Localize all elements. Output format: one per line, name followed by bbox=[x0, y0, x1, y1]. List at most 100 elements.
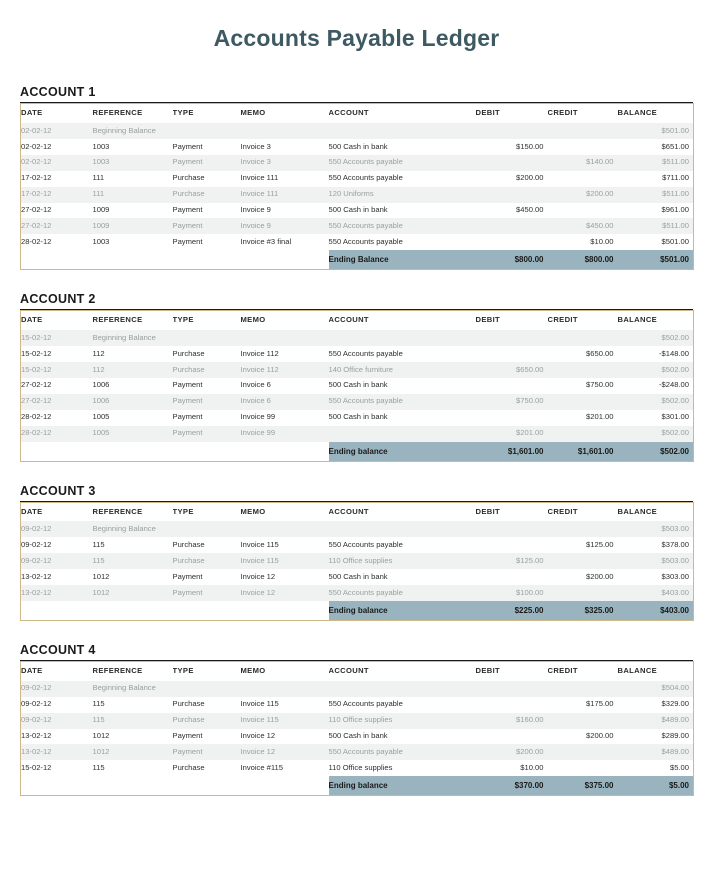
column-header-memo: MEMO bbox=[240, 502, 329, 522]
column-header-type: TYPE bbox=[172, 103, 241, 124]
ending-balance-debit: $1,601.00 bbox=[475, 441, 548, 462]
cell-type: Purchase bbox=[172, 712, 241, 729]
cell-date: 28-02-12 bbox=[20, 425, 93, 442]
column-header-credit: CREDIT bbox=[547, 103, 618, 124]
cell-balance: $511.00 bbox=[617, 186, 694, 203]
table-row: 28-02-12 1003 Payment Invoice #3 final 550 A… bbox=[20, 234, 694, 251]
table-row: 15-02-12 112 Purchase Invoice 112 140 Office… bbox=[20, 361, 694, 378]
cell-account: 500 Cash in bank bbox=[328, 138, 476, 155]
ending-balance-label: Ending balance bbox=[328, 776, 476, 796]
cell-type: Payment bbox=[172, 234, 241, 251]
column-header-debit: DEBIT bbox=[475, 502, 548, 522]
cell-date: 09-02-12 bbox=[20, 696, 93, 713]
cell-debit bbox=[475, 728, 548, 745]
cell-debit bbox=[475, 186, 548, 203]
cell-debit: $650.00 bbox=[475, 361, 548, 378]
cell-credit: $650.00 bbox=[547, 346, 618, 362]
cell-credit: $200.00 bbox=[547, 728, 618, 745]
cell-debit bbox=[475, 234, 548, 251]
cell-memo: Invoice 99 bbox=[240, 409, 329, 426]
spacer-type bbox=[172, 600, 241, 621]
table-row: 28-02-12 1005 Payment Invoice 99 500 Cash in… bbox=[20, 409, 694, 426]
spacer-reference bbox=[92, 250, 173, 270]
cell-memo: Invoice 112 bbox=[240, 361, 329, 378]
column-header-date: DATE bbox=[20, 661, 93, 681]
cell-balance: $378.00 bbox=[617, 537, 694, 554]
column-header-debit: DEBIT bbox=[475, 103, 548, 124]
ending-balance-row: Ending Balance $800.00 $800.00 $501.00 bbox=[20, 250, 694, 270]
ending-balance-credit: $325.00 bbox=[547, 600, 618, 621]
ending-balance-row: Ending balance $370.00 $375.00 $5.00 bbox=[20, 776, 694, 796]
cell-memo: Invoice 12 bbox=[240, 728, 329, 745]
ending-balance-label: Ending balance bbox=[328, 441, 476, 462]
ledger-table: DATE REFERENCE TYPE MEMO ACCOUNT DEBIT CREDIT B… bbox=[20, 661, 694, 797]
cell-debit bbox=[475, 330, 548, 347]
cell-reference: 1012 bbox=[92, 569, 173, 586]
cell-balance: $501.00 bbox=[617, 234, 694, 251]
spacer-date bbox=[20, 600, 93, 621]
cell-account: 110 Office supplies bbox=[328, 553, 476, 570]
cell-memo: Invoice 6 bbox=[240, 393, 329, 410]
table-row: 09-02-12 115 Purchase Invoice 115 550 Accoun… bbox=[20, 537, 694, 554]
spacer-memo bbox=[240, 600, 329, 621]
cell-memo: Invoice 12 bbox=[240, 744, 329, 761]
ending-balance-credit: $800.00 bbox=[547, 250, 618, 270]
cell-debit: $125.00 bbox=[475, 553, 548, 570]
cell-date: 09-02-12 bbox=[20, 553, 93, 570]
cell-reference: 1012 bbox=[92, 728, 173, 745]
account-block: ACCOUNT 2 DATE REFERENCE TYPE MEMO ACCOUNT DEB… bbox=[20, 292, 694, 462]
cell-reference: 115 bbox=[92, 712, 173, 729]
cell-balance: $503.00 bbox=[617, 521, 694, 538]
column-header-memo: MEMO bbox=[240, 310, 329, 331]
cell-credit bbox=[547, 553, 618, 570]
cell-type: Payment bbox=[172, 744, 241, 761]
cell-memo: Invoice 99 bbox=[240, 425, 329, 442]
spacer-memo bbox=[240, 441, 329, 462]
ending-balance-total: $5.00 bbox=[617, 776, 694, 796]
cell-type: Payment bbox=[172, 218, 241, 235]
cell-debit: $750.00 bbox=[475, 393, 548, 410]
ending-balance-row: Ending balance $225.00 $325.00 $403.00 bbox=[20, 600, 694, 621]
cell-date: 15-02-12 bbox=[20, 346, 93, 362]
cell-credit bbox=[547, 393, 618, 410]
cell-account: 110 Office supplies bbox=[328, 712, 476, 729]
spacer-type bbox=[172, 776, 241, 796]
cell-balance: $502.00 bbox=[617, 393, 694, 410]
cell-date: 13-02-12 bbox=[20, 585, 93, 601]
cell-date: 15-02-12 bbox=[20, 361, 93, 378]
cell-type: Purchase bbox=[172, 760, 241, 777]
cell-debit bbox=[475, 569, 548, 586]
cell-balance: $502.00 bbox=[617, 361, 694, 378]
cell-account: 110 Office supplies bbox=[328, 760, 476, 777]
cell-balance: $5.00 bbox=[617, 760, 694, 777]
spacer-memo bbox=[240, 776, 329, 796]
column-header-memo: MEMO bbox=[240, 661, 329, 681]
ending-balance-total: $501.00 bbox=[617, 250, 694, 270]
column-header-balance: BALANCE bbox=[617, 502, 694, 522]
cell-date: 09-02-12 bbox=[20, 680, 93, 697]
cell-debit bbox=[475, 123, 548, 139]
spacer-reference bbox=[92, 600, 173, 621]
cell-credit: $140.00 bbox=[547, 154, 618, 171]
table-row: 02-02-12 1003 Payment Invoice 3 550 Accounts… bbox=[20, 154, 694, 171]
table-row: 09-02-12 115 Purchase Invoice 115 550 Accoun… bbox=[20, 696, 694, 713]
column-header-credit: CREDIT bbox=[547, 310, 618, 331]
cell-account bbox=[328, 521, 476, 538]
cell-date: 13-02-12 bbox=[20, 569, 93, 586]
cell-credit bbox=[547, 330, 618, 347]
column-header-date: DATE bbox=[20, 310, 93, 331]
cell-reference: Beginning Balance bbox=[92, 330, 173, 347]
column-header-account: ACCOUNT bbox=[328, 103, 476, 124]
cell-account: 500 Cash in bank bbox=[328, 569, 476, 586]
table-row: 27-02-12 1006 Payment Invoice 6 550 Accounts… bbox=[20, 393, 694, 410]
account-block: ACCOUNT 4 DATE REFERENCE TYPE MEMO ACCOUNT DEB… bbox=[20, 643, 694, 797]
spacer-reference bbox=[92, 776, 173, 796]
cell-account bbox=[328, 425, 476, 442]
ledger-table: DATE REFERENCE TYPE MEMO ACCOUNT DEBIT CREDIT B… bbox=[20, 103, 694, 271]
cell-debit: $450.00 bbox=[475, 202, 548, 219]
column-header-reference: REFERENCE bbox=[92, 103, 173, 124]
column-header-type: TYPE bbox=[172, 502, 241, 522]
ledger-page: Accounts Payable Ledger ACCOUNT 1 DATE REF… bbox=[0, 0, 713, 880]
cell-type bbox=[172, 680, 241, 697]
cell-memo: Invoice 115 bbox=[240, 712, 329, 729]
